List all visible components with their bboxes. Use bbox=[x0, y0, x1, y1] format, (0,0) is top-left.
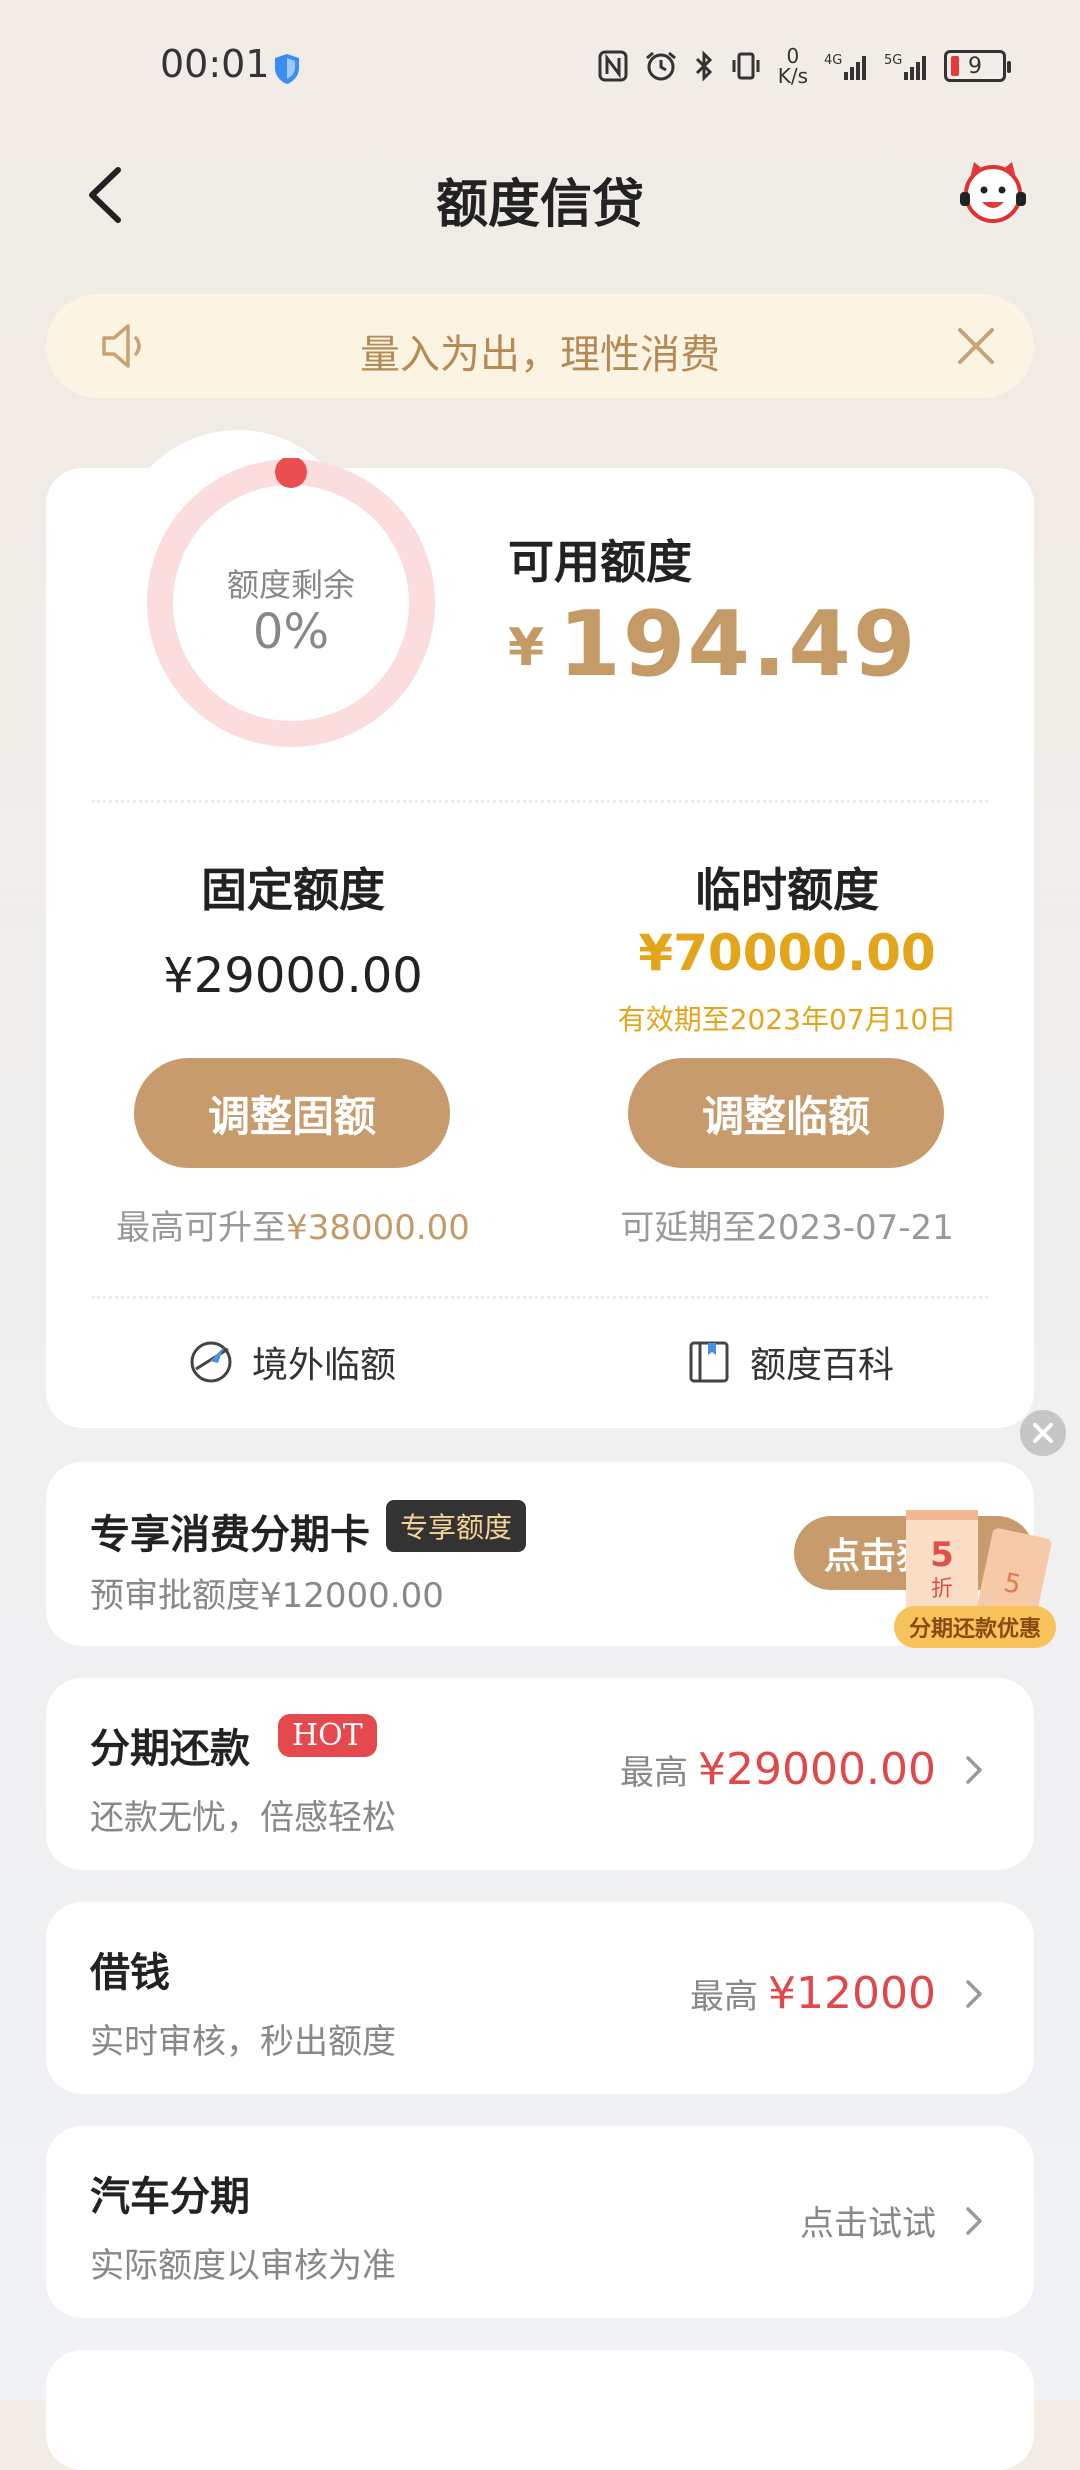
coupon-unit: 折 bbox=[931, 1577, 953, 1602]
exclusive-tag: 专享额度 bbox=[386, 1500, 527, 1552]
temp-quota-title: 临时额度 bbox=[695, 863, 879, 917]
car-installment-sub: 实际额度以审核为准 bbox=[90, 2246, 396, 2286]
alarm-icon bbox=[645, 51, 676, 81]
net-speed: 0 K/s bbox=[778, 46, 808, 86]
max-prefix: 最高 bbox=[690, 1977, 759, 2017]
installment-repay-card[interactable]: 分期还款 HOT 还款无忧，倍感轻松 最高 ¥29000.00 bbox=[46, 1678, 1034, 1870]
borrow-title: 借钱 bbox=[90, 1950, 170, 1996]
installment-repay-title: 分期还款 bbox=[90, 1726, 250, 1772]
tool-label: 境外临额 bbox=[252, 1345, 397, 1386]
status-time: 00:01 bbox=[160, 42, 270, 86]
quota-card: 额度剩余 0% 可用额度 ¥194.49 固定额度 ¥29000.00 调整固额… bbox=[46, 430, 1034, 1428]
signal-4g-icon: 4G bbox=[824, 53, 866, 80]
nfc-icon bbox=[598, 50, 628, 82]
quota-tools: 境外临额 额度百科 bbox=[46, 1336, 1034, 1400]
hot-tag: HOT bbox=[278, 1714, 377, 1757]
net-speed-unit: K/s bbox=[777, 64, 808, 88]
vibrate-icon bbox=[732, 52, 760, 80]
bluetooth-icon bbox=[695, 50, 712, 82]
car-installment-card[interactable]: 汽车分期 实际额度以审核为准 点击试试 bbox=[46, 2126, 1034, 2318]
car-installment-title: 汽车分期 bbox=[90, 2174, 250, 2220]
shield-icon bbox=[275, 54, 299, 84]
fixed-quota-column: 固定额度 ¥29000.00 调整固额 最高可升至¥38000.00 bbox=[46, 468, 540, 1308]
borrow-info: 最高 ¥12000 bbox=[690, 1968, 988, 2019]
installment-card-sub: 预审批额度¥12000.00 bbox=[90, 1576, 444, 1616]
svg-text:4G: 4G bbox=[824, 53, 842, 68]
ad-close-icon[interactable] bbox=[1020, 1410, 1066, 1456]
fixed-quota-note: 最高可升至¥38000.00 bbox=[46, 1200, 540, 1249]
promo-label: 分期还款优惠 bbox=[894, 1606, 1056, 1648]
quota-encyclopedia-link[interactable]: 额度百科 bbox=[686, 1336, 894, 1388]
temp-quota-amount: ¥70000.00 bbox=[638, 924, 936, 982]
book-icon bbox=[689, 1341, 729, 1383]
fixed-quota-title: 固定额度 bbox=[201, 863, 385, 917]
next-card[interactable] bbox=[46, 2350, 1034, 2470]
globe-plane-icon bbox=[190, 1341, 232, 1383]
notice-text: 量入为出，理性消费 bbox=[360, 332, 720, 378]
fixed-note-prefix: 最高可升至 bbox=[116, 1208, 287, 1248]
notice-banner: 量入为出，理性消费 bbox=[46, 294, 1034, 398]
tool-label: 额度百科 bbox=[750, 1345, 895, 1386]
fixed-note-value: ¥38000.00 bbox=[286, 1208, 470, 1248]
fixed-quota-amount: ¥29000.00 bbox=[163, 948, 423, 1004]
installment-repay-sub: 还款无忧，倍感轻松 bbox=[90, 1798, 396, 1838]
divider bbox=[92, 1296, 988, 1299]
installment-card-title: 专享消费分期卡 bbox=[90, 1512, 370, 1558]
coupon-number: 5 bbox=[930, 1535, 954, 1575]
temp-quota-note: 可延期至2023-07-21 bbox=[620, 1208, 954, 1248]
close-icon[interactable] bbox=[954, 324, 998, 368]
battery-icon: 9 bbox=[944, 50, 1011, 82]
mascot-avatar-icon[interactable] bbox=[956, 156, 1030, 228]
max-amount: ¥29000.00 bbox=[698, 1744, 936, 1795]
status-icons: 0 K/s 4G 5G 9 bbox=[598, 46, 1011, 86]
overseas-quota-link[interactable]: 境外临额 bbox=[188, 1336, 396, 1388]
try-action: 点击试试 bbox=[800, 2204, 936, 2244]
temp-quota-column: 临时额度 ¥70000.00 有效期至2023年07月10日 调整临额 可延期至… bbox=[540, 468, 1034, 1308]
battery-level: 9 bbox=[968, 53, 982, 79]
chevron-right-icon bbox=[966, 2206, 982, 2235]
max-amount: ¥12000 bbox=[768, 1968, 936, 2019]
borrow-sub: 实时审核，秒出额度 bbox=[90, 2022, 396, 2062]
installment-card[interactable]: 专享消费分期卡 专享额度 预审批额度¥12000.00 点击获 bbox=[46, 1462, 1034, 1646]
status-bar: 00:01 0 K/s 4G 5G 9 bbox=[0, 0, 1080, 130]
chevron-right-icon bbox=[966, 1979, 982, 2008]
borrow-card[interactable]: 借钱 实时审核，秒出额度 最高 ¥12000 bbox=[46, 1902, 1034, 2094]
chevron-right-icon bbox=[966, 1755, 982, 1784]
svg-text:5G: 5G bbox=[884, 53, 902, 68]
signal-5g-icon: 5G bbox=[884, 53, 926, 80]
car-installment-info: 点击试试 bbox=[800, 2196, 988, 2245]
adjust-temp-button[interactable]: 调整临额 bbox=[628, 1058, 944, 1168]
net-speed-value: 0 bbox=[786, 44, 800, 68]
page-title: 额度信贷 bbox=[435, 175, 644, 235]
temp-quota-valid: 有效期至2023年07月10日 bbox=[617, 1003, 957, 1036]
adjust-fixed-button[interactable]: 调整固额 bbox=[134, 1058, 450, 1168]
installment-repay-info: 最高 ¥29000.00 bbox=[620, 1744, 988, 1795]
nav-bar: 额度信贷 bbox=[0, 150, 1080, 240]
max-prefix: 最高 bbox=[620, 1753, 689, 1793]
